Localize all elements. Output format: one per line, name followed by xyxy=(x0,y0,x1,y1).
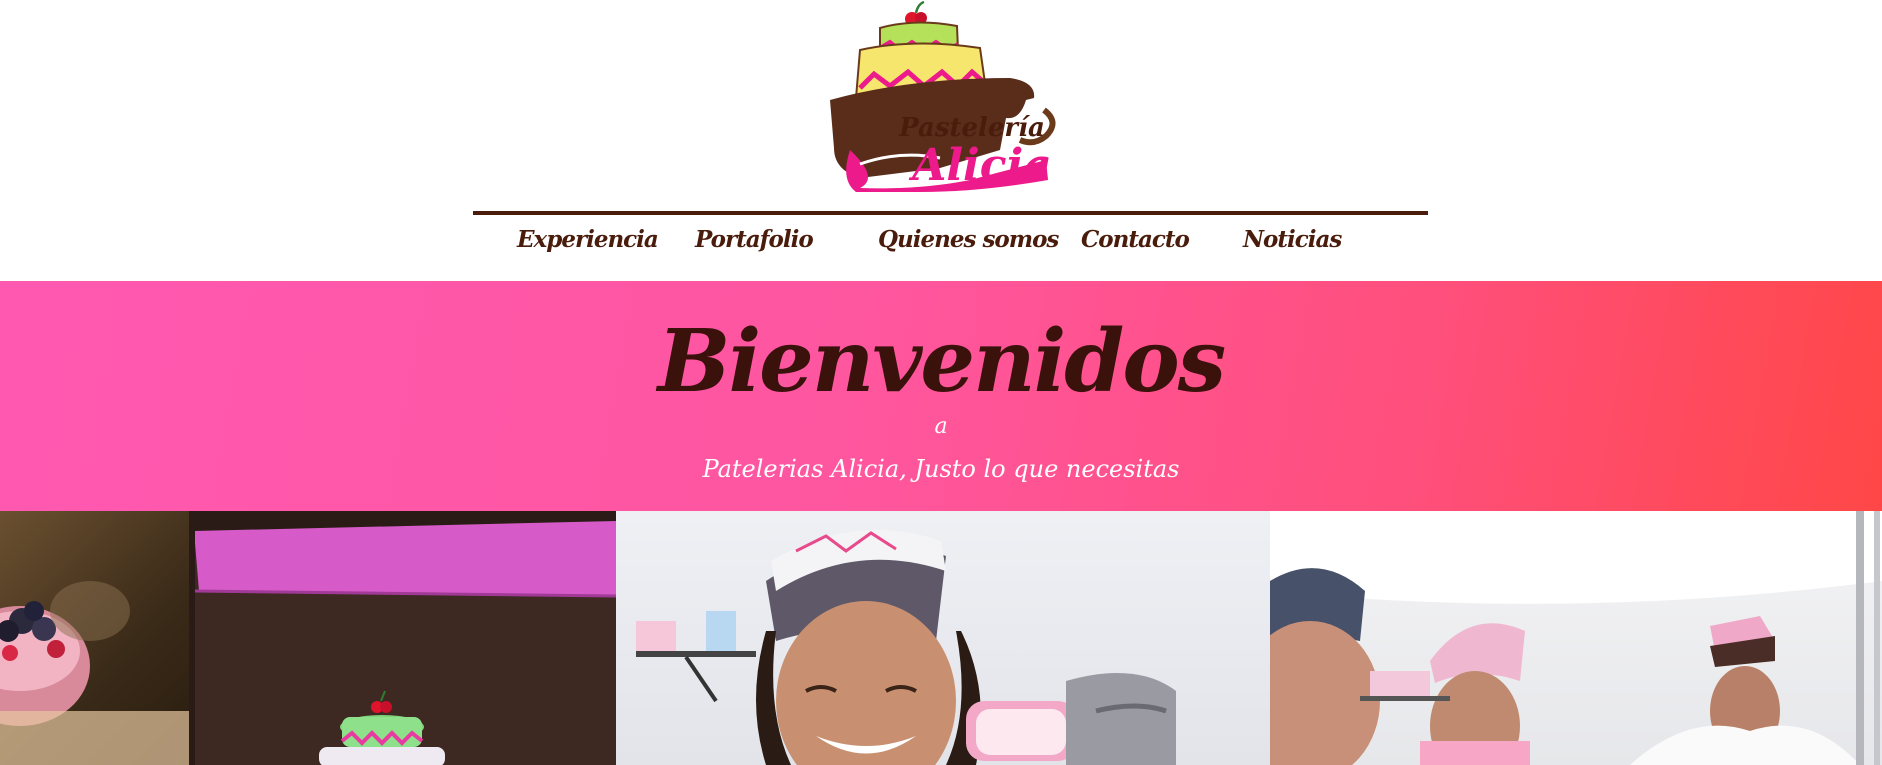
hero-connector: a xyxy=(934,414,948,439)
cake-logo-icon: Pastelería Alicia xyxy=(830,0,1056,192)
pasteleria-alicia-logo[interactable]: Pastelería Alicia xyxy=(820,0,1070,195)
logo-word-alicia: Alicia xyxy=(908,140,1052,191)
nav-item-noticias[interactable]: Noticias xyxy=(1243,226,1342,253)
gallery-photo-apron[interactable] xyxy=(189,511,616,765)
nav-item-portafolio[interactable]: Portafolio xyxy=(695,226,814,253)
gallery-photo-kitchen-team[interactable] xyxy=(1270,511,1882,765)
nav-item-experiencia[interactable]: Experiencia xyxy=(517,226,659,253)
main-nav: Experiencia Portafolio Quienes somos Con… xyxy=(473,220,1428,270)
logo-word-pasteleria: Pastelería xyxy=(898,113,1045,143)
gallery-photo-cupcake[interactable] xyxy=(0,511,189,765)
welcome-banner: Bienvenidos a Patelerias Alicia, Justo l… xyxy=(0,281,1882,511)
photo-gallery xyxy=(0,511,1882,765)
nav-divider xyxy=(473,211,1428,215)
hero-title: Bienvenidos xyxy=(657,311,1226,412)
nav-item-quienes-somos[interactable]: Quienes somos xyxy=(878,226,1059,253)
site-header: Pastelería Alicia Experiencia Portafolio… xyxy=(0,0,1882,281)
nav-item-contacto[interactable]: Contacto xyxy=(1081,226,1190,253)
hero-tagline: Patelerias Alicia, Justo lo que necesita… xyxy=(702,455,1180,483)
gallery-photo-baker[interactable] xyxy=(616,511,1270,765)
